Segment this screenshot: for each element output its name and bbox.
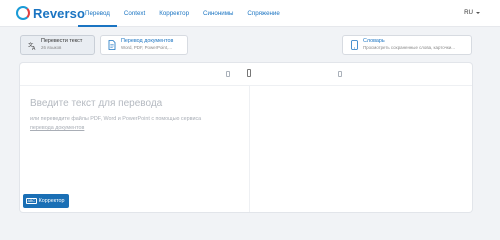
mode-documents-subtitle: Word, PDF, PowerPoint,... — [121, 45, 172, 51]
translate-icon: 文A — [27, 40, 37, 50]
reverso-logo-icon — [16, 6, 30, 20]
dictionary-card[interactable]: Словарь Просмотреть сохраненные слова, к… — [342, 35, 472, 55]
corrector-button[interactable]: ABC Корректор — [23, 194, 69, 208]
swap-languages-icon[interactable] — [247, 69, 251, 77]
dictionary-subtitle: Просмотреть сохраненные слова, карточки.… — [363, 45, 455, 51]
spellcheck-icon: ABC — [26, 197, 37, 205]
svg-text:A: A — [32, 46, 36, 50]
panel-divider — [249, 86, 250, 212]
nav-conjugation[interactable]: Спряжение — [240, 0, 286, 27]
nav-synonyms[interactable]: Синонимы — [196, 0, 240, 27]
reverso-logo[interactable]: Reverso — [16, 5, 85, 21]
mode-translate-subtitle: 26 языков — [41, 45, 62, 51]
source-language-dropdown[interactable] — [226, 71, 230, 77]
main-nav: Перевод Context Корректор Синонимы Спряж… — [78, 0, 287, 27]
nav-corrector[interactable]: Корректор — [152, 0, 196, 27]
target-language-dropdown[interactable] — [338, 71, 342, 77]
phone-icon — [349, 40, 359, 50]
source-text-input[interactable]: Введите текст для перевода — [30, 98, 162, 109]
nav-context[interactable]: Context — [117, 0, 152, 27]
language-label: RU — [464, 9, 473, 16]
top-header: Reverso Перевод Context Корректор Синони… — [0, 0, 500, 27]
nav-translate[interactable]: Перевод — [78, 0, 117, 27]
language-selector[interactable]: RU — [464, 9, 480, 16]
mode-translate-text[interactable]: 文A Перевести текст 26 языков — [20, 35, 95, 55]
language-toolbar — [20, 63, 472, 86]
mode-translate-documents[interactable]: Перевод документов Word, PDF, PowerPoint… — [100, 35, 188, 55]
file-hint: или переведите файлы PDF, Word и PowerPo… — [30, 115, 240, 132]
translator-panel: Введите текст для перевода или переведит… — [20, 63, 472, 212]
chevron-down-icon — [476, 11, 480, 14]
document-icon — [107, 40, 117, 50]
document-translation-link[interactable]: перевода документов — [30, 125, 84, 131]
file-hint-text: или переведите файлы PDF, Word и PowerPo… — [30, 116, 202, 122]
corrector-label: Корректор — [38, 198, 65, 204]
